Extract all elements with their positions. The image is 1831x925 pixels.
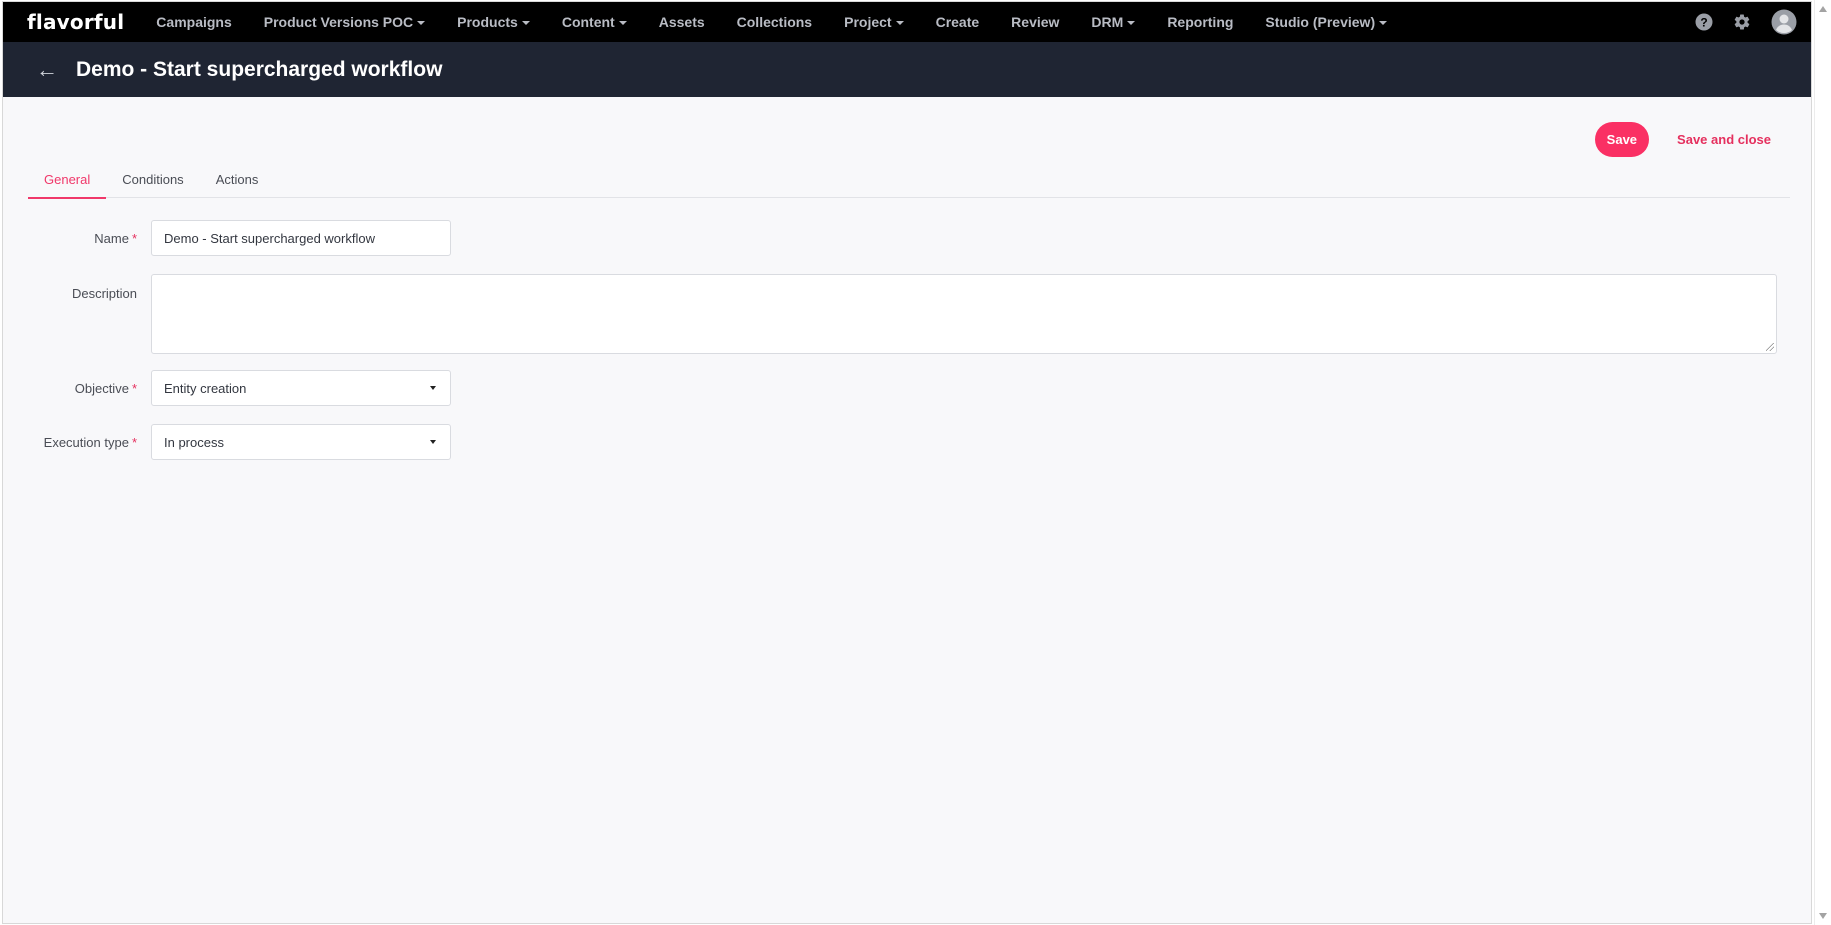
nav-item-campaigns[interactable]: Campaigns xyxy=(156,14,231,30)
required-marker: * xyxy=(131,381,137,396)
name-label: Name * xyxy=(94,231,137,246)
nav-item-project[interactable]: Project xyxy=(844,14,904,30)
nav-utilities: ? xyxy=(1695,2,1797,42)
objective-label: Objective * xyxy=(74,381,137,396)
page-header: ← Demo - Start supercharged workflow xyxy=(3,42,1811,97)
caret-down-icon xyxy=(521,21,530,25)
tab-general[interactable]: General xyxy=(28,161,107,199)
objective-row: Objective * Entity creation xyxy=(3,370,451,406)
objective-select[interactable]: Entity creation xyxy=(151,370,451,406)
required-marker: * xyxy=(131,435,137,450)
nav-item-label: Studio (Preview) xyxy=(1265,14,1376,30)
nav-item-label: Campaigns xyxy=(156,14,232,30)
caret-down-icon xyxy=(1127,21,1136,25)
description-textarea[interactable] xyxy=(151,274,1777,354)
page-title: Demo - Start supercharged workflow xyxy=(76,57,443,81)
nav-item-assets[interactable]: Assets xyxy=(659,14,705,30)
form-actions: Save Save and close xyxy=(1594,122,1777,157)
svg-text:?: ? xyxy=(1700,16,1707,30)
nav-menu: Campaigns Product Versions POC Products Con… xyxy=(156,14,1419,30)
arrow-left-icon[interactable]: ← xyxy=(36,58,58,81)
avatar-icon[interactable] xyxy=(1771,9,1797,35)
description-label: Description xyxy=(71,286,137,301)
caret-down-icon xyxy=(895,21,904,25)
execution-type-label: Execution type * xyxy=(43,435,137,450)
nav-item-label: Content xyxy=(561,14,615,30)
app-window: flavorful Campaigns Product Versions POC P… xyxy=(2,1,1812,924)
resize-handle[interactable] xyxy=(1766,343,1774,351)
save-and-close-button[interactable]: Save and close xyxy=(1671,131,1777,148)
nav-item-product-versions-poc[interactable]: Product Versions POC xyxy=(263,14,426,30)
required-marker: * xyxy=(131,231,137,246)
nav-item-studio-preview[interactable]: Studio (Preview) xyxy=(1265,14,1388,30)
caret-down-icon xyxy=(417,21,426,25)
nav-item-label: Reporting xyxy=(1167,14,1234,30)
scroll-down-icon[interactable] xyxy=(1819,913,1827,919)
gear-icon[interactable] xyxy=(1733,13,1751,31)
execution-type-select[interactable]: In process xyxy=(151,424,451,460)
execution-type-row: Execution type * In process xyxy=(3,424,451,460)
nav-item-label: Review xyxy=(1011,14,1060,30)
caret-down-icon xyxy=(618,21,627,25)
nav-item-label: Product Versions POC xyxy=(263,14,414,30)
logo[interactable]: flavorful xyxy=(27,10,124,34)
objective-value: Entity creation xyxy=(164,380,247,396)
nav-item-label: Create xyxy=(935,14,980,30)
name-row: Name * Demo - Start supercharged workflow xyxy=(3,220,451,256)
nav-item-content[interactable]: Content xyxy=(562,14,627,30)
nav-item-label: Project xyxy=(844,14,892,30)
scroll-up-icon[interactable] xyxy=(1819,6,1827,12)
chevron-down-icon xyxy=(430,440,436,444)
tab-actions[interactable]: Actions xyxy=(200,161,275,198)
nav-item-drm[interactable]: DRM xyxy=(1091,14,1136,30)
execution-type-value: In process xyxy=(164,434,224,450)
description-row: Description xyxy=(3,274,1777,354)
help-icon[interactable]: ? xyxy=(1695,13,1713,31)
name-input[interactable]: Demo - Start supercharged workflow xyxy=(151,220,451,256)
nav-item-label: Products xyxy=(457,14,518,30)
nav-item-label: DRM xyxy=(1091,14,1124,30)
nav-item-products[interactable]: Products xyxy=(457,14,530,30)
caret-down-icon xyxy=(1379,21,1388,25)
nav-item-collections[interactable]: Collections xyxy=(737,14,812,30)
chevron-down-icon xyxy=(430,386,436,390)
vertical-scrollbar[interactable] xyxy=(1814,0,1831,925)
nav-item-label: Collections xyxy=(736,14,813,30)
nav-item-review[interactable]: Review xyxy=(1011,14,1059,30)
nav-item-label: Assets xyxy=(658,14,705,30)
tab-conditions[interactable]: Conditions xyxy=(106,161,199,198)
save-button[interactable]: Save xyxy=(1594,122,1650,157)
top-navigation: flavorful Campaigns Product Versions POC P… xyxy=(3,2,1811,42)
nav-item-create[interactable]: Create xyxy=(936,14,980,30)
tab-bar: General Conditions Actions xyxy=(28,161,1790,199)
nav-item-reporting[interactable]: Reporting xyxy=(1167,14,1233,30)
